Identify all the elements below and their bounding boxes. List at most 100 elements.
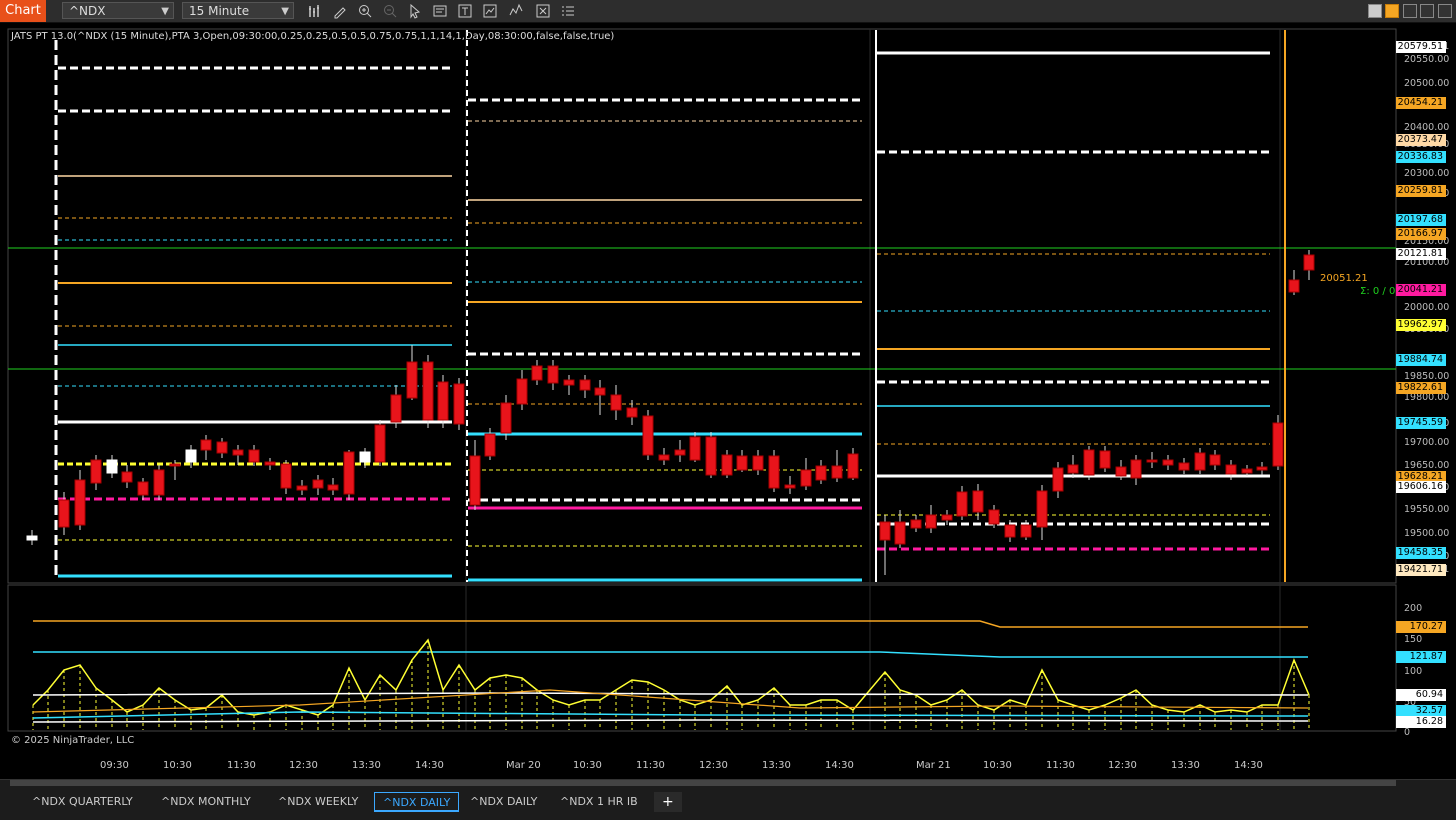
time-axis-label: 10:30 [573, 760, 602, 771]
zoom-out-icon[interactable] [382, 3, 398, 19]
candle-body [264, 461, 276, 466]
time-axis-label: 11:30 [227, 760, 256, 771]
candle-body [1146, 459, 1158, 463]
draw-icon[interactable] [332, 3, 348, 19]
templates-icon[interactable] [535, 3, 551, 19]
price-axis-label: 20550.00 [1404, 54, 1450, 65]
app-title[interactable]: Chart [0, 0, 46, 22]
candle-body [910, 519, 922, 529]
price-marker: 20166.97 [1396, 228, 1446, 240]
price-axis-label: 19700.00 [1404, 437, 1450, 448]
candle-body [1052, 467, 1064, 492]
tab-ndx-monthly[interactable]: ^NDX MONTHLY [153, 792, 259, 812]
candle-body [74, 479, 86, 526]
candle-body [1067, 464, 1079, 474]
candle-body [689, 436, 701, 461]
price-marker: 19458.35 [1396, 547, 1446, 559]
price-marker: 20259.81 [1396, 185, 1446, 197]
tab-ndx-daily-active[interactable]: ^NDX DAILY [374, 792, 460, 812]
candle-body [500, 402, 512, 434]
price-axis-label: 20000.00 [1404, 302, 1450, 313]
candle-body [469, 455, 481, 506]
price-marker: 19962.97 [1396, 319, 1446, 331]
candle-body [137, 481, 149, 496]
tab-ndx-weekly[interactable]: ^NDX WEEKLY [270, 792, 366, 812]
candle-body [232, 449, 244, 456]
candle-body [121, 471, 133, 483]
candle-body [642, 415, 654, 456]
candle-body [705, 436, 717, 476]
bar-type-icon[interactable] [307, 3, 323, 19]
time-axis-label: 12:30 [699, 760, 728, 771]
list-icon[interactable] [560, 3, 576, 19]
chart-area[interactable] [0, 22, 1456, 778]
candle-body [815, 465, 827, 481]
price-axis-label: 19550.00 [1404, 504, 1450, 515]
tab-ndx-quarterly[interactable]: ^NDX QUARTERLY [24, 792, 141, 812]
minimize-icon[interactable] [1403, 4, 1417, 18]
time-axis-label: 13:30 [1171, 760, 1200, 771]
price-axis-label: 20500.00 [1404, 78, 1450, 89]
candle-body [374, 424, 386, 463]
link-icon[interactable] [1385, 4, 1399, 18]
time-axis-label: Mar 20 [506, 760, 541, 771]
last-price-label: 20051.21 [1320, 273, 1368, 284]
strategies-icon[interactable] [482, 3, 498, 19]
candle-body [437, 381, 449, 421]
candle-body [1209, 454, 1221, 466]
candle-body [106, 459, 118, 474]
price-axis-label: 19650.00 [1404, 460, 1450, 471]
horizontal-scrollbar[interactable] [10, 780, 1396, 786]
interval-select[interactable]: 15 Minute ▼ [182, 2, 294, 19]
indicators-icon[interactable] [508, 3, 524, 19]
instrument-select[interactable]: ^NDX ▼ [62, 2, 174, 19]
data-box-icon[interactable] [432, 3, 448, 19]
tab-ndx-daily[interactable]: ^NDX DAILY [462, 792, 545, 812]
add-tab-button[interactable]: + [654, 792, 682, 812]
candle-body [453, 383, 465, 425]
candle-body [1083, 449, 1095, 476]
indicator-label: JATS PT 13.0(^NDX (15 Minute),PTA 3,Open… [11, 31, 615, 42]
candle-body [879, 521, 891, 541]
candle-body [390, 394, 402, 423]
candle-body [1225, 464, 1237, 475]
tile-icon[interactable] [1368, 4, 1382, 18]
candle-body [484, 433, 496, 457]
chevron-down-icon: ▼ [281, 6, 289, 17]
close-icon[interactable] [1438, 4, 1452, 18]
candle-body [248, 449, 260, 463]
candle-body [988, 509, 1000, 525]
restore-icon[interactable] [1420, 4, 1434, 18]
price-marker: 19606.16 [1396, 481, 1446, 493]
candle-body [847, 453, 859, 479]
candle-body [752, 455, 764, 471]
candle-body [579, 379, 591, 391]
candle-body [327, 484, 339, 491]
tab-bar: ^NDX QUARTERLY ^NDX MONTHLY ^NDX WEEKLY … [0, 779, 1456, 820]
time-axis-label: 11:30 [1046, 760, 1075, 771]
candle-body [925, 514, 937, 529]
lower-marker: 170.27 [1396, 621, 1446, 633]
price-chart[interactable] [0, 22, 1456, 778]
copyright: © 2025 NinjaTrader, LLC [11, 735, 135, 746]
lower-marker: 60.94 [1396, 689, 1446, 701]
candle-body [1130, 459, 1142, 479]
time-axis-label: Mar 21 [916, 760, 951, 771]
candle-body [547, 365, 559, 384]
candle-body [626, 407, 638, 418]
time-axis-label: 12:30 [289, 760, 318, 771]
lower-axis-label: 0 [1404, 727, 1411, 738]
price-marker: 20121.81 [1396, 248, 1446, 260]
price-marker: 20197.68 [1396, 214, 1446, 226]
properties-icon[interactable] [457, 3, 473, 19]
candle-body [185, 449, 197, 463]
candle-body [610, 394, 622, 411]
candle-body [26, 535, 38, 541]
instrument-value: ^NDX [69, 4, 106, 18]
tab-ndx-1hr-ib[interactable]: ^NDX 1 HR IB [552, 792, 646, 812]
candle-body [1194, 452, 1206, 471]
pointer-icon[interactable] [407, 3, 423, 19]
price-marker: 19421.71 [1396, 564, 1446, 576]
candle-body [1020, 524, 1032, 538]
zoom-in-icon[interactable] [357, 3, 373, 19]
